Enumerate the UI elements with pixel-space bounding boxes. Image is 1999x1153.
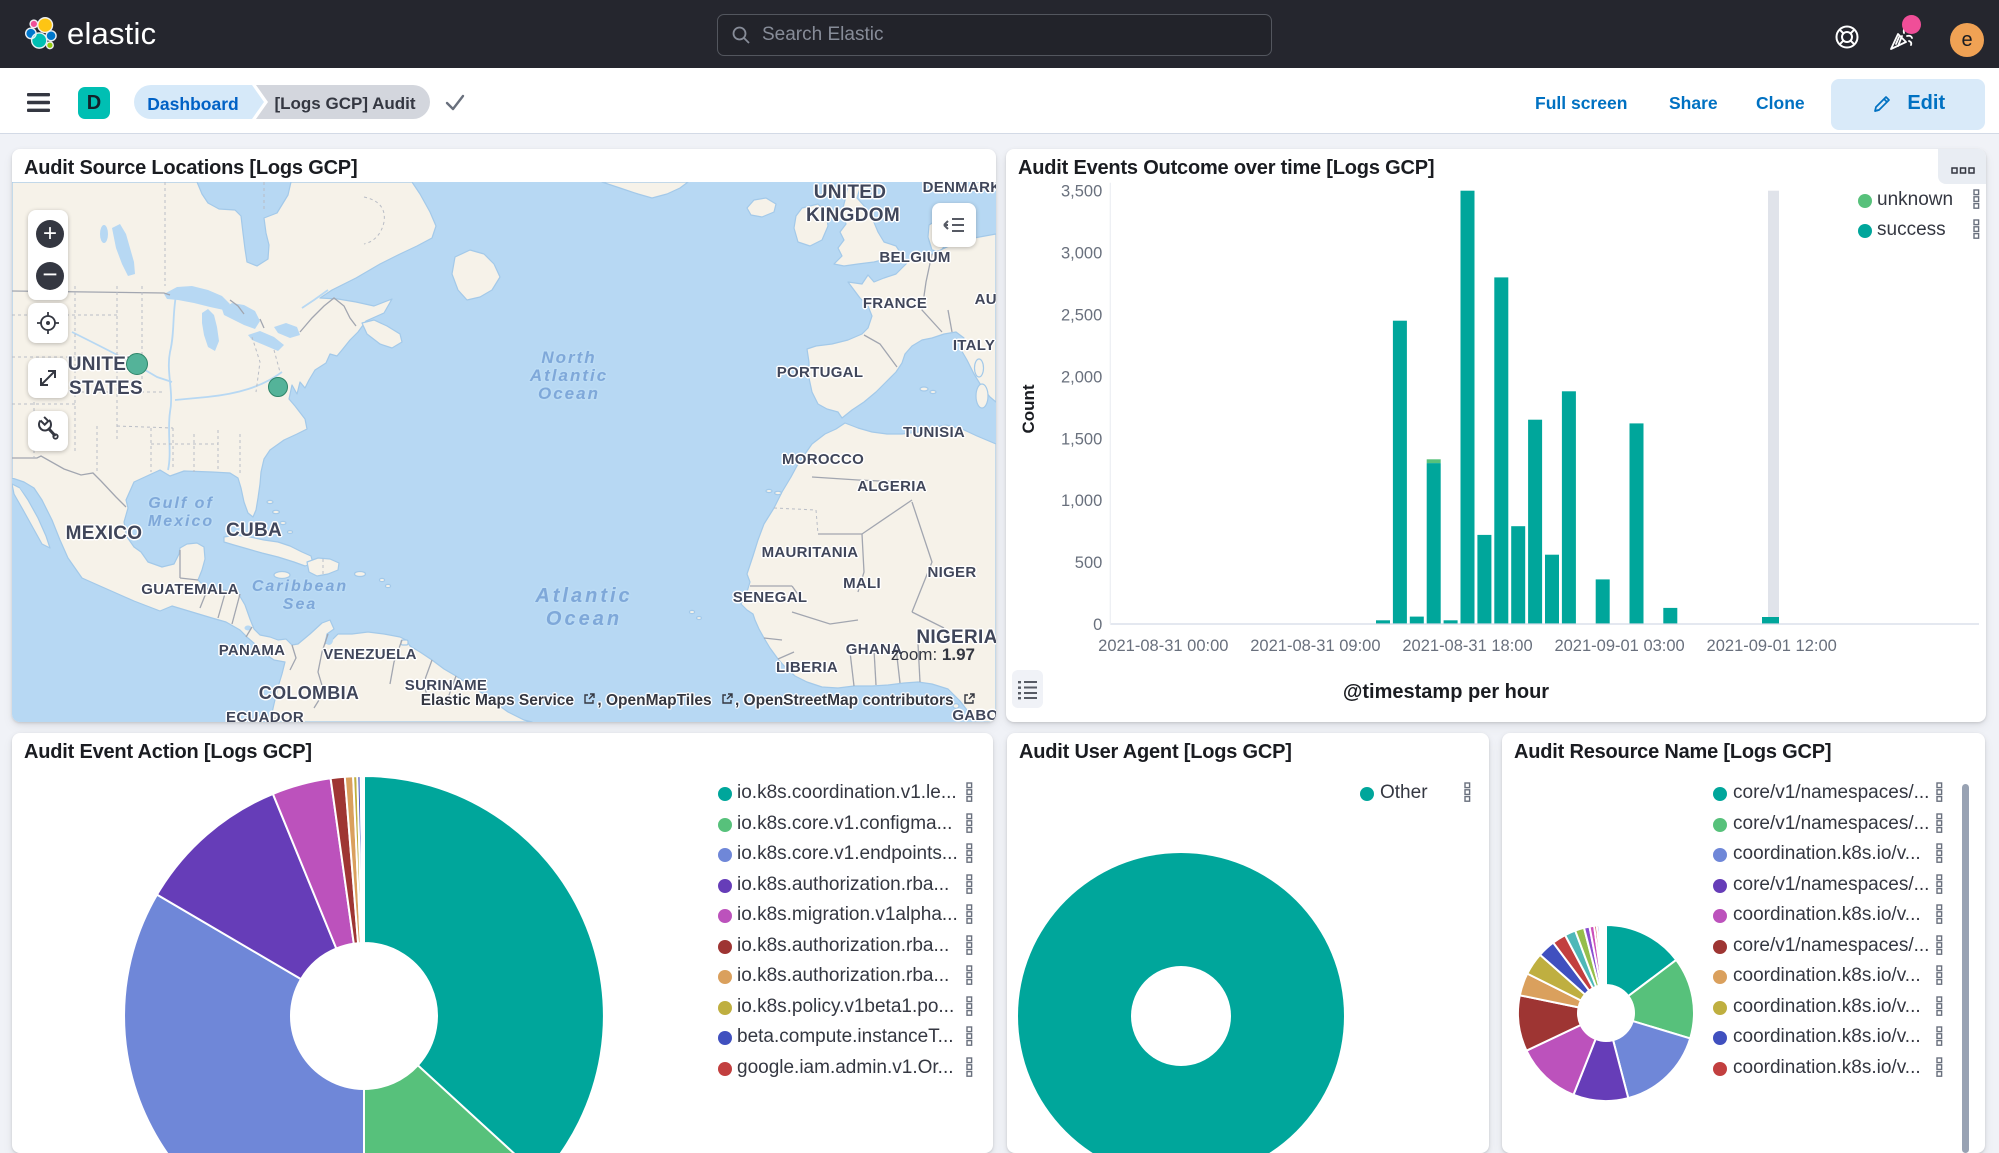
svg-text:2021-08-31 09:00: 2021-08-31 09:00 [1250, 637, 1380, 655]
svg-text:3,500: 3,500 [1061, 183, 1102, 201]
svg-text:2021-08-31 00:00: 2021-08-31 00:00 [1098, 637, 1228, 655]
svg-text:2,000: 2,000 [1061, 368, 1102, 386]
svg-text:500: 500 [1075, 554, 1103, 572]
svg-text:1,000: 1,000 [1061, 492, 1102, 510]
svg-text:0: 0 [1093, 616, 1102, 634]
svg-text:Count: Count [1019, 384, 1038, 433]
svg-text:2021-08-31 18:00: 2021-08-31 18:00 [1402, 637, 1532, 655]
svg-text:2021-09-01 03:00: 2021-09-01 03:00 [1554, 637, 1684, 655]
svg-text:1,500: 1,500 [1061, 430, 1102, 448]
svg-text:3,000: 3,000 [1061, 245, 1102, 263]
svg-text:@timestamp per hour: @timestamp per hour [1343, 681, 1549, 703]
svg-text:2021-09-01 12:00: 2021-09-01 12:00 [1707, 637, 1837, 655]
svg-text:2,500: 2,500 [1061, 307, 1102, 325]
